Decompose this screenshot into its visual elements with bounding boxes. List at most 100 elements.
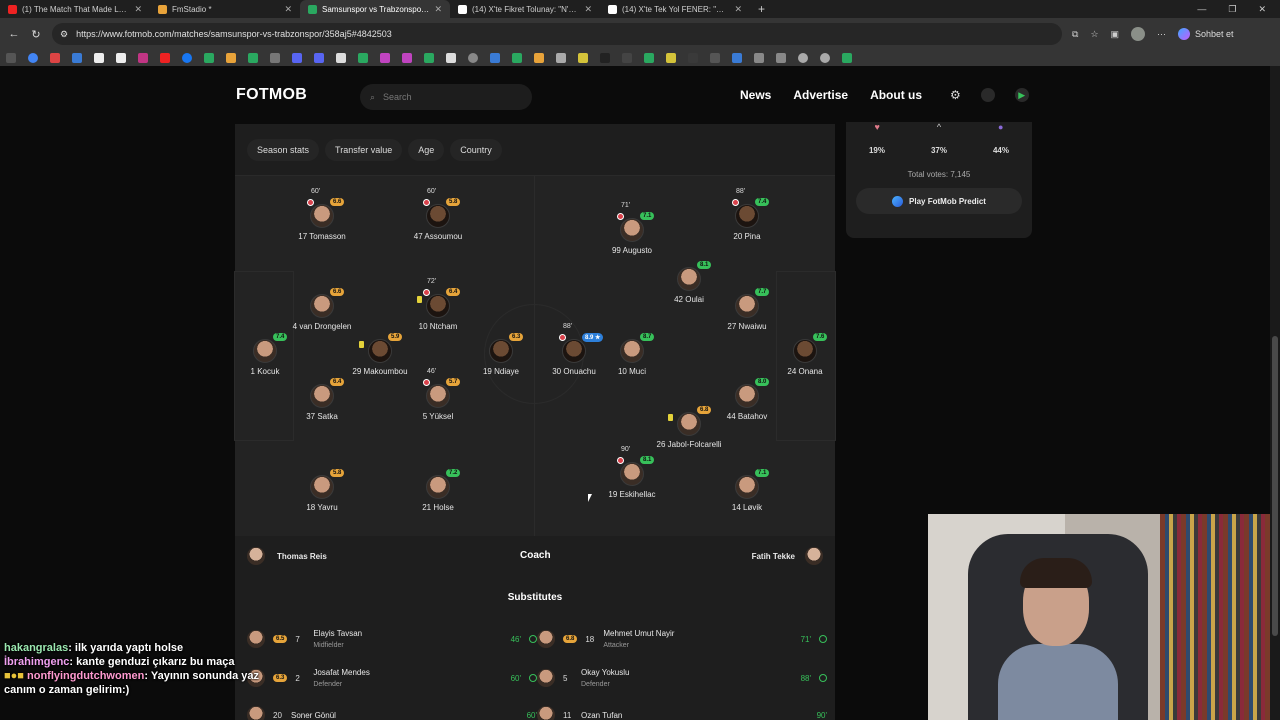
browser-tab-2[interactable]: Samsunspor vs Trabzonspor - live ✕ <box>300 0 450 18</box>
away-player[interactable]: 8.7 10 Muci <box>587 333 677 377</box>
bookmark-icon[interactable] <box>490 53 500 63</box>
bookmark-icon[interactable] <box>666 53 676 63</box>
home-player[interactable]: 60' 5.8 47 Assoumou <box>393 188 483 242</box>
home-player[interactable]: 6.6 4 van Drongelen <box>277 288 367 332</box>
url-field[interactable]: ⚙ https://www.fotmob.com/matches/samsuns… <box>52 23 1062 45</box>
gmail-icon[interactable] <box>50 53 60 63</box>
bookmark-icon[interactable] <box>6 53 16 63</box>
browser-tab-0[interactable]: (1) The Match That Made Leicester ✕ <box>0 0 150 18</box>
away-player[interactable]: 88' 7.4 20 Pina <box>702 188 792 242</box>
browser-tab-1[interactable]: FmStadio * ✕ <box>150 0 300 18</box>
home-player[interactable]: 6.4 37 Satka <box>277 378 367 422</box>
profile-avatar[interactable] <box>1131 27 1146 41</box>
home-player[interactable]: 46' 5.7 5 Yüksel <box>393 368 483 422</box>
close-window-icon[interactable]: ✕ <box>1258 4 1266 15</box>
browser-tab-3[interactable]: (14) X'te Fikret Tolunay: "N'Golo K ✕ <box>450 0 600 18</box>
bookmark-icon[interactable] <box>710 53 720 63</box>
home-player[interactable]: 72' 6.4 10 Ntcham <box>393 278 483 332</box>
bookmark-icon[interactable] <box>292 53 302 63</box>
bookmark-icon[interactable] <box>336 53 346 63</box>
link-icon[interactable] <box>776 53 786 63</box>
apple-store-icon[interactable] <box>980 88 995 102</box>
bookmark-icon[interactable] <box>468 53 478 63</box>
x-icon[interactable] <box>94 53 104 63</box>
page-scrollbar[interactable] <box>1270 66 1280 720</box>
bookmark-icon[interactable] <box>600 53 610 63</box>
home-player[interactable]: 5.9 29 Makoumbou <box>335 333 425 377</box>
bookmark-icon[interactable] <box>820 53 830 63</box>
away-player[interactable]: 90' 8.1 19 Eskihellac <box>587 446 677 500</box>
facebook-icon[interactable] <box>182 53 192 63</box>
nav-news[interactable]: News <box>740 88 771 102</box>
instagram-icon[interactable] <box>138 53 148 63</box>
settings-gear-icon[interactable]: ⚙ <box>950 88 961 102</box>
bookmark-icon[interactable] <box>226 53 236 63</box>
close-tab-icon[interactable]: ✕ <box>734 4 742 15</box>
fotmob-logo[interactable]: FOTMOB <box>236 86 307 104</box>
bookmark-icon[interactable] <box>402 53 412 63</box>
away-coach-name[interactable]: Fatih Tekke <box>752 552 795 561</box>
bookmark-icon[interactable] <box>732 53 742 63</box>
back-icon[interactable]: ← <box>8 28 20 40</box>
close-tab-icon[interactable]: ✕ <box>584 4 592 15</box>
away-player[interactable]: 71' 7.1 99 Augusto <box>587 202 677 256</box>
bookmark-icon[interactable] <box>380 53 390 63</box>
close-tab-icon[interactable]: ✕ <box>284 4 292 15</box>
bookmark-icon[interactable] <box>556 53 566 63</box>
filter-transfer-value[interactable]: Transfer value <box>325 138 403 161</box>
bookmark-icon[interactable] <box>270 53 280 63</box>
folder-icon[interactable] <box>754 53 764 63</box>
sub-row[interactable]: 6.8 18 Mehmet Umut Nayir Attacker 71' <box>537 624 827 654</box>
bookmark-icon[interactable] <box>578 53 588 63</box>
restore-icon[interactable]: ❐ <box>1228 4 1236 15</box>
bookmark-icon[interactable] <box>688 53 698 63</box>
bookmark-icon[interactable] <box>644 53 654 63</box>
search-input[interactable]: Search <box>383 92 412 102</box>
bookmark-icon[interactable] <box>622 53 632 63</box>
nav-about-us[interactable]: About us <box>870 88 922 102</box>
away-player[interactable]: 7.1 14 Løvik <box>702 469 792 513</box>
search-box[interactable]: ⌕ Search <box>360 84 532 110</box>
sub-row[interactable]: 11 Ozan Tufan 90' <box>537 700 827 720</box>
bookmark-icon[interactable] <box>424 53 434 63</box>
home-player[interactable]: 7.4 1 Kocuk <box>220 333 310 377</box>
bookmark-icon[interactable] <box>842 53 852 63</box>
bookmark-icon[interactable] <box>72 53 82 63</box>
home-player[interactable]: 7.2 21 Holse <box>393 469 483 513</box>
home-player[interactable]: 5.8 18 Yavru <box>277 469 367 513</box>
away-player[interactable]: 6.8 26 Jabol-Folcarelli <box>644 406 734 450</box>
bookmark-icon[interactable] <box>534 53 544 63</box>
youtube-icon[interactable] <box>160 53 170 63</box>
nav-advertise[interactable]: Advertise <box>793 88 848 102</box>
new-tab-button[interactable]: + <box>750 2 773 16</box>
minimize-icon[interactable]: — <box>1197 4 1206 15</box>
bookmark-icon[interactable] <box>798 53 808 63</box>
favorites-icon[interactable]: ☆ <box>1090 29 1098 40</box>
bookmark-icon[interactable] <box>204 53 214 63</box>
collections-icon[interactable]: ▣ <box>1111 29 1120 40</box>
site-info-icon[interactable]: ⚙ <box>60 29 68 40</box>
sub-row[interactable]: 5 Okay Yokuslu Defender 88' <box>537 663 827 693</box>
google-icon[interactable] <box>28 53 38 63</box>
scrollbar-thumb[interactable] <box>1272 336 1278 636</box>
extensions-icon[interactable]: ⧉ <box>1072 29 1078 40</box>
play-predict-button[interactable]: Play FotMob Predict <box>856 188 1022 214</box>
x-icon[interactable] <box>116 53 126 63</box>
google-play-icon[interactable]: ▶ <box>1014 88 1029 102</box>
sub-row[interactable]: 20 Soner Gönül 60' <box>247 700 537 720</box>
close-tab-icon[interactable]: ✕ <box>134 4 142 15</box>
copilot-button[interactable]: Sohbet et <box>1178 28 1234 40</box>
more-icon[interactable]: ⋯ <box>1157 29 1166 40</box>
filter-season-stats[interactable]: Season stats <box>247 138 320 161</box>
home-player[interactable]: 60' 6.6 17 Tomasson <box>277 188 367 242</box>
away-player[interactable]: 7.7 27 Nwaiwu <box>702 288 792 332</box>
filter-country[interactable]: Country <box>450 138 502 161</box>
bookmark-icon[interactable] <box>314 53 324 63</box>
bookmark-icon[interactable] <box>248 53 258 63</box>
bookmark-icon[interactable] <box>358 53 368 63</box>
away-player[interactable]: 7.6 24 Onana <box>760 333 850 377</box>
close-tab-icon[interactable]: ✕ <box>434 4 442 15</box>
home-coach-name[interactable]: Thomas Reis <box>277 552 327 561</box>
bookmark-icon[interactable] <box>446 53 456 63</box>
filter-age[interactable]: Age <box>408 138 445 161</box>
